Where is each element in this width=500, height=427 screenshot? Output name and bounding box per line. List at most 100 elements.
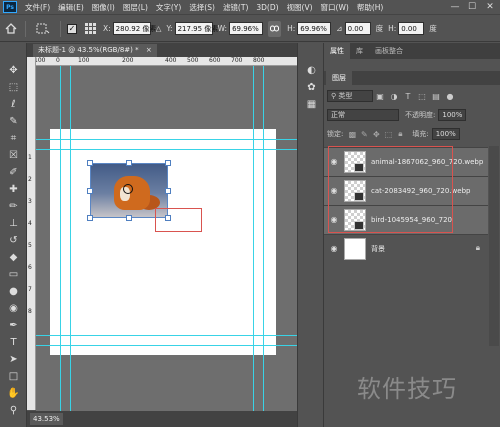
path-selection-tool-icon[interactable]: ➤: [5, 352, 22, 367]
reference-point-icon[interactable]: [32, 21, 54, 37]
canvas-workspace[interactable]: [36, 66, 297, 411]
guide-vertical[interactable]: [60, 66, 61, 411]
menu-select[interactable]: 选择(S): [185, 2, 219, 13]
lock-image-icon[interactable]: ✎: [358, 130, 370, 139]
eye-icon[interactable]: ◉: [329, 244, 339, 254]
lasso-tool-icon[interactable]: ℓ: [5, 97, 22, 112]
filter-pixel-icon[interactable]: ▣: [373, 92, 387, 101]
transform-center-crosshair-icon[interactable]: [123, 184, 133, 194]
marquee-tool-icon[interactable]: ⬚: [5, 80, 22, 95]
opacity-field[interactable]: 100%: [438, 109, 467, 121]
ruler-tick-label: 3: [28, 198, 32, 205]
blend-mode-select[interactable]: 正常: [327, 109, 399, 121]
menu-layer[interactable]: 图层(L): [119, 2, 152, 13]
guide-horizontal[interactable]: [36, 139, 297, 140]
lock-position-icon[interactable]: ✥: [370, 130, 382, 139]
layer-filter-row: ⚲ 类型 ▣ ◑ T ⬚ ▤ ●: [327, 89, 497, 103]
menu-3d[interactable]: 3D(D): [252, 3, 282, 12]
filter-type-icon[interactable]: T: [401, 92, 415, 101]
link-icon[interactable]: [268, 20, 282, 37]
menu-view[interactable]: 视图(V): [283, 2, 317, 13]
document-tab[interactable]: 未标题-1 @ 43.5%(RGB/8#) * ×: [33, 44, 157, 57]
filter-adjustment-icon[interactable]: ◑: [387, 92, 401, 101]
guide-vertical[interactable]: [263, 66, 264, 411]
fill-field[interactable]: 100%: [431, 128, 460, 140]
menu-edit[interactable]: 编辑(E): [54, 2, 88, 13]
color-panel-icon[interactable]: ◐: [304, 63, 319, 78]
home-icon[interactable]: [3, 21, 19, 37]
ruler-tick-label: 500: [187, 57, 199, 64]
channels-panel-icon[interactable]: ▦: [304, 97, 319, 112]
eyedropper-tool-icon[interactable]: ✐: [5, 165, 22, 180]
close-window-button[interactable]: ✕: [483, 1, 497, 13]
lock-transparency-icon[interactable]: ▩: [346, 130, 358, 139]
pen-tool-icon[interactable]: ✒: [5, 318, 22, 333]
zoom-level-field[interactable]: 43.53%: [30, 413, 63, 425]
history-brush-tool-icon[interactable]: ↺: [5, 233, 22, 248]
guide-vertical[interactable]: [70, 66, 71, 411]
filter-kind-select[interactable]: ⚲ 类型: [327, 90, 373, 102]
layer-row-background[interactable]: ◉ 背景 🔒︎: [324, 234, 488, 263]
y-position-field[interactable]: 217.95 像素: [174, 22, 218, 35]
hand-tool-icon[interactable]: ✋: [5, 386, 22, 401]
height-field[interactable]: 69.96%: [297, 22, 332, 35]
skew-h-field[interactable]: 0.00: [398, 22, 425, 35]
tab-layers[interactable]: 图层: [326, 71, 352, 85]
layers-scrollbar[interactable]: [489, 146, 499, 346]
dodge-tool-icon[interactable]: ◉: [5, 301, 22, 316]
blur-tool-icon[interactable]: ●: [5, 284, 22, 299]
angle-field[interactable]: 0.00: [344, 22, 371, 35]
eraser-tool-icon[interactable]: ◆: [5, 250, 22, 265]
healing-brush-tool-icon[interactable]: ✚: [5, 182, 22, 197]
guide-vertical[interactable]: [253, 66, 254, 411]
layer-name[interactable]: 背景: [371, 235, 385, 264]
grid-reference-icon[interactable]: [83, 21, 97, 37]
transform-handle[interactable]: [126, 215, 132, 221]
menu-image[interactable]: 图像(I): [88, 2, 119, 13]
guide-horizontal[interactable]: [36, 149, 297, 150]
transform-handle[interactable]: [87, 215, 93, 221]
close-tab-icon[interactable]: ×: [146, 46, 152, 54]
filter-smart-object-icon[interactable]: ▤: [429, 92, 443, 101]
swatches-panel-icon[interactable]: ✿: [304, 80, 319, 95]
tab-properties[interactable]: 属性: [324, 43, 350, 59]
maximize-button[interactable]: ☐: [465, 1, 479, 13]
menu-type[interactable]: 文字(Y): [152, 2, 185, 13]
transform-handle[interactable]: [126, 160, 132, 166]
transform-handle[interactable]: [87, 160, 93, 166]
tab-artboard[interactable]: 画板整合: [369, 43, 409, 59]
lock-artboard-icon[interactable]: ⬚: [382, 130, 394, 139]
menu-filter[interactable]: 滤镜(T): [219, 2, 252, 13]
guide-horizontal[interactable]: [36, 345, 297, 346]
frame-tool-icon[interactable]: ☒: [5, 148, 22, 163]
filter-shape-icon[interactable]: ⬚: [415, 92, 429, 101]
guide-horizontal[interactable]: [36, 335, 297, 336]
lock-all-icon[interactable]: 🔒︎: [394, 129, 406, 139]
clone-stamp-tool-icon[interactable]: ⊥: [5, 216, 22, 231]
transform-handle[interactable]: [165, 160, 171, 166]
type-tool-icon[interactable]: T: [5, 335, 22, 350]
transform-handle[interactable]: [87, 188, 93, 194]
tools-panel: ✥ ⬚ ℓ ✎ ⌗ ☒ ✐ ✚ ✏ ⊥ ↺ ◆ ▭ ● ◉ ✒ T ➤ □ ✋ …: [0, 43, 27, 427]
rectangle-tool-icon[interactable]: □: [5, 369, 22, 384]
tab-library[interactable]: 库: [350, 43, 369, 59]
menu-file[interactable]: 文件(F): [21, 2, 54, 13]
minimize-button[interactable]: —: [448, 1, 462, 13]
zoom-tool-icon[interactable]: ⚲: [5, 403, 22, 418]
gradient-tool-icon[interactable]: ▭: [5, 267, 22, 282]
quick-select-tool-icon[interactable]: ✎: [5, 114, 22, 129]
menu-window[interactable]: 窗口(W): [317, 2, 353, 13]
width-field[interactable]: 69.96%: [229, 22, 264, 35]
ruler-tick-label: 100: [78, 57, 90, 64]
move-tool-icon[interactable]: ✥: [5, 63, 22, 78]
separator: [25, 20, 26, 37]
filter-toggle-icon[interactable]: ●: [443, 92, 457, 101]
crop-tool-icon[interactable]: ⌗: [5, 131, 22, 146]
options-bar: ✓ X: 280.92 像素 △ Y: 217.95 像素 W: 69.96% …: [0, 16, 500, 42]
brush-tool-icon[interactable]: ✏: [5, 199, 22, 214]
x-position-field[interactable]: 280.92 像素: [112, 22, 156, 35]
filter-kind-value: 类型: [338, 92, 353, 100]
reference-point-checkbox[interactable]: ✓: [67, 23, 77, 34]
menu-help[interactable]: 帮助(H): [353, 2, 388, 13]
transform-handle[interactable]: [165, 188, 171, 194]
